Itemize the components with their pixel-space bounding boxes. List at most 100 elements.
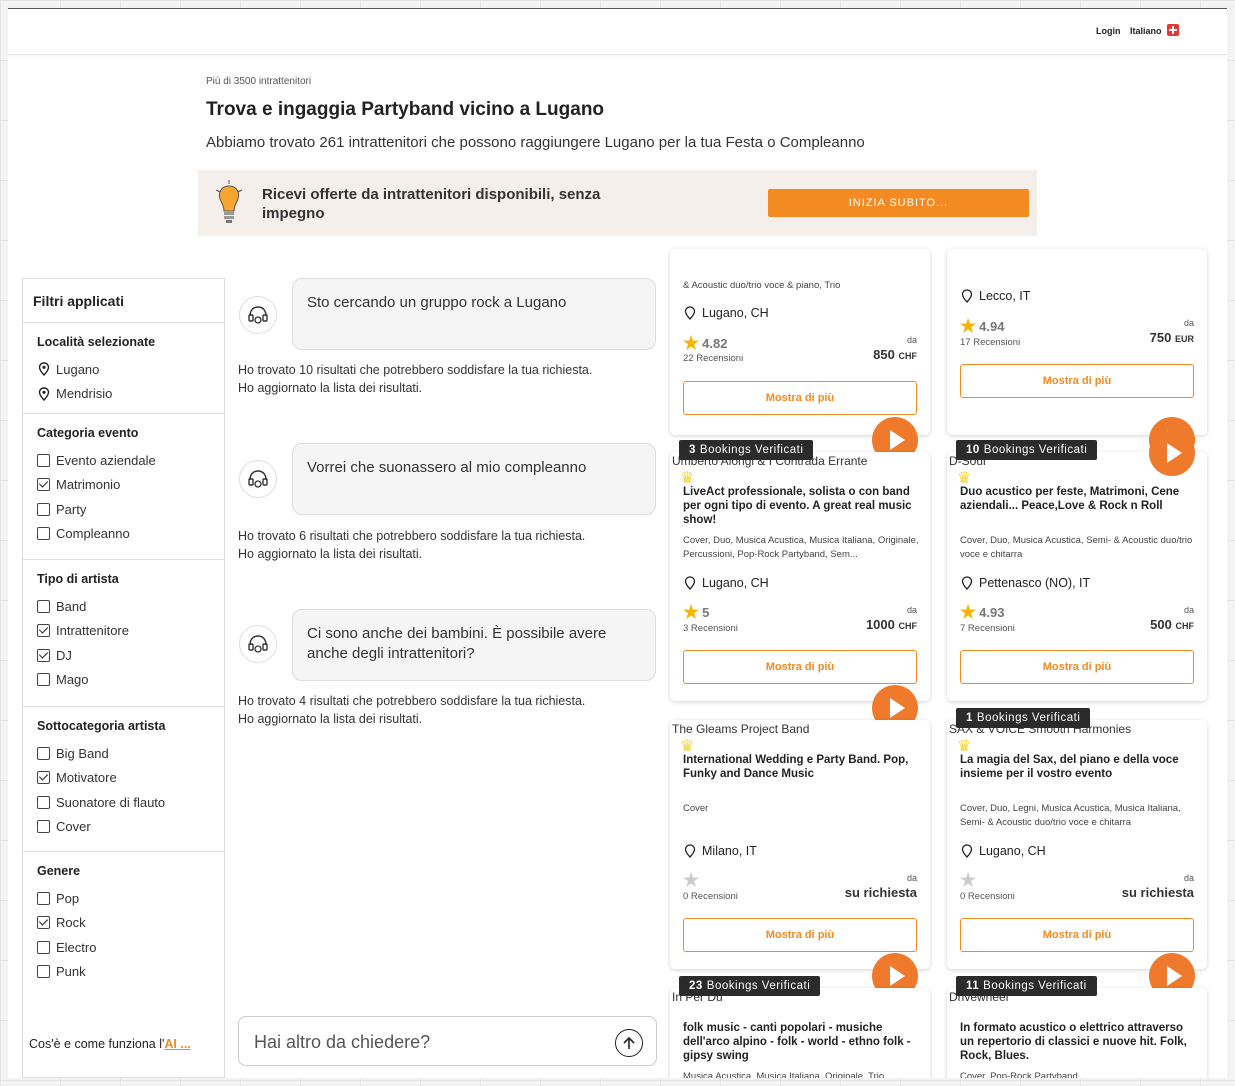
card-rating: ★ [683, 870, 702, 891]
checkbox[interactable] [37, 795, 50, 809]
checkbox[interactable] [37, 771, 50, 785]
ai-link[interactable]: AI ... [164, 1037, 190, 1051]
show-more-button[interactable]: Mostra di più [683, 918, 917, 952]
checkbox[interactable] [37, 453, 50, 467]
checkbox[interactable] [37, 599, 50, 613]
show-more-button[interactable]: Mostra di più [683, 650, 917, 684]
badge-label: Bookings Verificati [983, 444, 1088, 456]
checkbox[interactable] [37, 965, 50, 979]
show-more-button[interactable]: Mostra di più [683, 381, 917, 415]
card-reviews: 7 Recensioni [960, 623, 1015, 634]
checkbox[interactable] [37, 648, 50, 662]
checkbox[interactable] [37, 527, 50, 541]
send-button[interactable] [615, 1029, 643, 1057]
ai-info-link[interactable]: Cos'è e come funziona l'AI ... [29, 1037, 191, 1051]
checkbox[interactable] [37, 940, 50, 954]
location-item[interactable]: Lugano [37, 357, 210, 382]
card-title[interactable]: folk music - canti popolari - musiche de… [683, 1021, 919, 1063]
arrow-up-icon [623, 1036, 635, 1049]
filter-checkbox[interactable]: Cover [37, 815, 210, 840]
checkbox[interactable] [37, 673, 50, 687]
artist-card[interactable]: The Gleams Project Band ♛ International … [670, 720, 930, 999]
star-icon: ★ [683, 333, 700, 353]
star-icon: ★ [683, 870, 700, 890]
artist-card[interactable]: Lecco, IT ★ 4.94 17 Recensioni da 750 EUR… [947, 249, 1207, 463]
location-item[interactable]: Mendrisio [37, 382, 210, 407]
page: Login Italiano Più di 3500 intrattenitor… [8, 8, 1227, 1078]
rating-value: 4.82 [702, 336, 728, 351]
checkbox[interactable] [37, 916, 50, 930]
swiss-flag-icon[interactable] [1167, 24, 1179, 36]
checkbox[interactable] [37, 502, 50, 516]
chat-input[interactable]: Hai altro da chiedere? [238, 1016, 657, 1066]
checkbox-label: Motivatore [56, 770, 117, 786]
rating-value: 4.93 [979, 605, 1005, 620]
checkbox[interactable] [37, 891, 50, 905]
artist-card[interactable]: Drivewheel 11 Bookings Verificati In form… [947, 976, 1207, 1078]
card-rating: ★ 4.94 [960, 316, 1004, 337]
filter-checkbox[interactable]: Party [37, 497, 210, 522]
offer-banner: Ricevi offerte da intrattenitori disponi… [198, 170, 1037, 236]
section-title: Località selezionate [37, 335, 156, 349]
filter-checkbox[interactable]: Rock [37, 911, 210, 936]
filter-checkbox[interactable]: Pop [37, 886, 210, 911]
badge-count: 10 [966, 444, 980, 456]
artist-card[interactable]: & Acoustic duo/trio voce & piano, Trio L… [670, 249, 930, 463]
filter-checkbox[interactable]: DJ [37, 643, 210, 668]
artist-card[interactable]: SAX & VOICE Smooth Harmonies ♛ 1 Bookings… [947, 708, 1207, 999]
start-now-button[interactable]: INIZIA SUBITO... [768, 189, 1029, 217]
location-label: Pettenasco (NO), IT [979, 576, 1091, 590]
language-selector[interactable]: Italiano [1130, 26, 1162, 36]
artist-card[interactable]: D-Soul ♛ 10 Bookings Verificati Duo acust… [947, 430, 1207, 701]
checkbox[interactable] [37, 478, 50, 492]
card-title[interactable]: Duo acustico per feste, Matrimoni, Cene … [960, 485, 1196, 513]
assistant-avatar [239, 460, 277, 498]
artist-card[interactable]: In Per Du 23 Bookings Verificati folk mus… [670, 976, 930, 1078]
artist-subcategory-section: Sottocategoria artista Big Band Motivato… [23, 707, 224, 852]
checkbox[interactable] [37, 820, 50, 834]
card-image[interactable]: The Gleams Project Band [672, 722, 922, 736]
assistant-avatar [239, 296, 277, 334]
checkbox-label: Evento aziendale [56, 452, 156, 468]
show-more-button[interactable]: Mostra di più [960, 918, 1194, 952]
card-title[interactable]: LiveAct professionale, solista o con ban… [683, 485, 919, 527]
reply-line: Ho trovato 6 risultati che potrebbero so… [238, 529, 586, 543]
filter-checkbox[interactable]: Punk [37, 960, 210, 985]
filter-checkbox[interactable]: Compleanno [37, 522, 210, 547]
badge-count: 11 [966, 980, 980, 992]
card-title[interactable]: In formato acustico o elettrico attraver… [960, 1021, 1196, 1063]
checkbox[interactable] [37, 624, 50, 638]
card-tags: Cover, Pop-Rock Partyband [960, 1071, 1078, 1078]
filter-checkbox[interactable]: Big Band [37, 741, 210, 766]
filter-checkbox[interactable]: Band [37, 594, 210, 619]
filter-checkbox[interactable]: Mago [37, 668, 210, 693]
card-title[interactable]: International Wedding e Party Band. Pop,… [683, 753, 919, 781]
login-link[interactable]: Login [1096, 26, 1121, 36]
card-location: Lugano, CH [683, 306, 769, 320]
play-button[interactable] [1149, 430, 1195, 476]
filter-checkbox[interactable]: Suonatore di flauto [37, 790, 210, 815]
card-price: su richiesta [1121, 885, 1194, 900]
filter-checkbox[interactable]: Motivatore [37, 766, 210, 791]
show-more-button[interactable]: Mostra di più [960, 650, 1194, 684]
filters-title: Filtri applicati [23, 279, 224, 323]
badge-label: Bookings Verificati [699, 444, 804, 456]
map-pin-icon [684, 306, 696, 320]
price-value: 750 [1149, 330, 1172, 345]
filter-checkbox[interactable]: Intrattenitore [37, 619, 210, 644]
rating-value: 5 [702, 605, 710, 620]
checkbox-label: Pop [56, 890, 80, 906]
price-from: da [906, 873, 917, 883]
checkbox[interactable] [37, 746, 50, 760]
filter-checkbox[interactable]: Evento aziendale [37, 448, 210, 473]
price-from: da [1183, 605, 1194, 615]
filter-checkbox[interactable]: Matrimonio [37, 473, 210, 498]
show-more-button[interactable]: Mostra di più [960, 364, 1194, 398]
assistant-reply: Ho trovato 4 risultati che potrebbero so… [238, 692, 585, 728]
verified-badge: 10 Bookings Verificati [956, 440, 1098, 460]
card-title[interactable]: La magia del Sax, del piano e della voce… [960, 753, 1196, 781]
filter-checkbox[interactable]: Electro [37, 935, 210, 960]
artist-card[interactable]: Umberto Alongi & I Contrada Errante ♛ 3B… [670, 440, 930, 731]
banner-text: Ricevi offerte da intrattenitori disponi… [262, 186, 601, 222]
location-label: Lugano, CH [702, 576, 769, 590]
